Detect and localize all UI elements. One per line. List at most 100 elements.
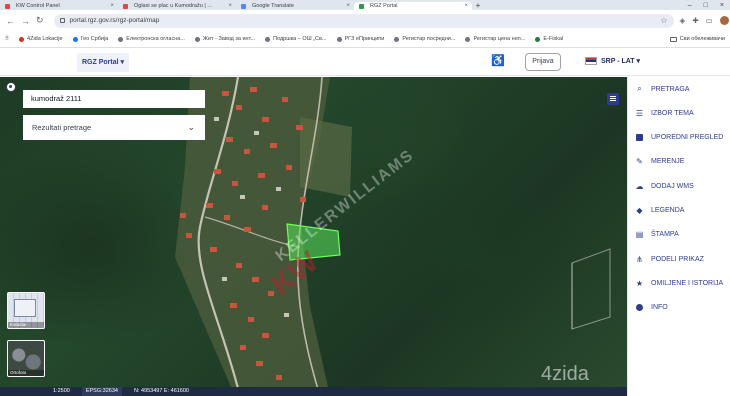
results-label: Rezultati pretrage	[32, 123, 92, 132]
menu-label: OMILJENE I ISTORIJA	[651, 279, 724, 287]
address-url: portal.rgz.gov.rs/rgz-portal/map	[69, 16, 160, 24]
bookmark-item[interactable]: Подршка – ОШ „Св...	[265, 36, 327, 42]
favicon-icon	[123, 4, 128, 9]
search-icon: ⌕	[637, 84, 642, 93]
all-bookmarks-folder[interactable]: Сви обележивачи	[669, 36, 725, 42]
projection-select[interactable]: EPSG:32634	[81, 387, 122, 396]
menu-label: PODELI PRIKAZ	[651, 255, 704, 263]
download-icon[interactable]: ▭	[706, 16, 713, 25]
info-icon	[635, 303, 644, 312]
bookmark-item[interactable]: Регистар цена неп...	[465, 36, 525, 42]
profile-avatar[interactable]	[719, 16, 729, 25]
reload-icon[interactable]: ↻	[36, 15, 44, 26]
menu-item-info[interactable]: INFO	[628, 297, 730, 317]
menu-item-merenje[interactable]: ✎ MERENJE	[628, 151, 730, 171]
bookmark-icon	[535, 36, 541, 42]
browser-tab[interactable]: Google Translate ×	[236, 2, 354, 10]
map-status-bar: 1:2500 EPSG:32634 N: 4953497 E: 461600	[0, 387, 627, 396]
menu-item-podeli-prikaz[interactable]: ⋔ PODELI PRIKAZ	[628, 249, 730, 269]
bookmark-label: E-Fiskal	[543, 36, 564, 42]
bookmark-item[interactable]: Регистар посредни...	[394, 36, 455, 42]
menu-item-uporedni-pregled[interactable]: UPOREDNI PREGLED	[628, 127, 730, 147]
compare-icon	[635, 133, 644, 142]
tag-icon: ◆	[636, 205, 643, 215]
serbia-flag-icon	[585, 57, 597, 65]
bookmark-item[interactable]: РГЗ еПринципи	[336, 36, 385, 42]
app-header: RGZ Portal ▾ ♿ Prijava SRP - LAT ▾	[0, 49, 730, 76]
portal-menu-button[interactable]: RGZ Portal ▾	[77, 53, 129, 72]
menu-item-dodaj-wms[interactable]: ☁ DODAJ WMS	[628, 176, 730, 196]
menu-item-pretraga[interactable]: ⌕ PRETRAGA	[628, 79, 730, 99]
bookmark-icon	[72, 36, 78, 42]
close-tab-icon[interactable]: ×	[464, 2, 468, 10]
coordinate-readout: N: 4953497 E: 461600	[133, 388, 189, 394]
accessibility-icon[interactable]: ♿	[491, 54, 505, 67]
close-window-icon[interactable]: ×	[720, 1, 724, 10]
bookmark-label: Регистар цена неп...	[473, 36, 526, 42]
bookmarks-folder-label: Сви обележивачи	[679, 36, 725, 42]
menu-item-izbor-tema[interactable]: ☰ IZBOR TEMA	[628, 103, 730, 123]
favicon-icon	[359, 4, 364, 9]
bookmark-item[interactable]: Жит - Завод за инт...	[194, 36, 256, 42]
maximize-icon[interactable]: □	[704, 1, 708, 10]
bookmark-icon	[465, 36, 471, 42]
bookmark-item[interactable]: E-Fiskal	[535, 36, 563, 42]
back-icon[interactable]: ←	[6, 16, 15, 26]
close-tab-icon[interactable]: ×	[110, 2, 114, 10]
extension-icon[interactable]: ◈	[680, 16, 686, 25]
bookmark-star-icon[interactable]: ☆	[660, 14, 667, 28]
window-controls: – □ ×	[688, 1, 730, 10]
map-canvas[interactable]: KW KELLERWILLIAMS 4zida kumodraž 2111 Re…	[0, 77, 627, 396]
apps-grid-icon[interactable]: ⠿	[5, 36, 9, 42]
new-tab-button[interactable]: +	[472, 2, 484, 10]
menu-label: UPOREDNI PREGLED	[651, 133, 724, 141]
layers-menu-icon[interactable]	[607, 93, 619, 105]
folder-icon	[669, 36, 677, 42]
language-label: SRP - LAT ▾	[601, 58, 641, 65]
menu-label: INFO	[651, 303, 668, 311]
basemap-label: Ortofoto	[8, 370, 44, 376]
browser-tab-active[interactable]: RGZ Portal ×	[354, 2, 472, 10]
minimize-icon[interactable]: –	[688, 1, 692, 10]
basemap-cadastre[interactable]: Katastar	[7, 292, 45, 329]
menu-item-omiljene-istorija[interactable]: ★ OMILJENE I ISTORIJA	[628, 273, 730, 293]
language-selector[interactable]: SRP - LAT ▾	[585, 57, 640, 65]
close-tab-icon[interactable]: ×	[346, 2, 350, 10]
bookmark-label: Жит - Завод за инт...	[202, 36, 256, 42]
bookmark-item[interactable]: 4Zida Lokacije	[19, 36, 63, 42]
bookmark-icon	[394, 36, 400, 42]
print-icon: ▤	[635, 229, 644, 239]
chevron-down-icon: ⌄	[187, 122, 195, 132]
bookmark-label: РГЗ еПринципи	[344, 36, 385, 42]
forward-icon[interactable]: →	[21, 16, 30, 26]
login-button[interactable]: Prijava	[525, 53, 561, 71]
address-bar[interactable]: portal.rgz.gov.rs/rgz-portal/map ☆	[53, 13, 674, 28]
basemap-orthophoto[interactable]: Ortofoto	[7, 340, 45, 377]
bookmark-icon	[336, 36, 342, 42]
browser-tab-strip: KW Control Panel × Oglasi se plac u Kumod…	[0, 0, 730, 10]
scale-readout[interactable]: 1:2500	[53, 387, 70, 396]
close-tab-icon[interactable]: ×	[228, 2, 232, 10]
browser-tab[interactable]: KW Control Panel ×	[0, 2, 118, 10]
menu-item-legenda[interactable]: ◆ LEGENDA	[628, 200, 730, 220]
bookmark-item[interactable]: Гео Србија	[72, 36, 108, 42]
locate-icon[interactable]	[6, 82, 16, 92]
bookmark-icon	[194, 36, 200, 42]
puzzle-icon[interactable]: ✚	[692, 16, 698, 25]
bookmark-label: Регистар посредни...	[402, 36, 456, 42]
map-search-input[interactable]: kumodraž 2111	[23, 90, 205, 108]
menu-label: ŠTAMPA	[651, 230, 679, 238]
tab-title: Oglasi se plac u Kumodražu | ...	[134, 3, 212, 9]
menu-label: MERENJE	[651, 157, 685, 165]
lock-icon[interactable]	[59, 17, 65, 23]
bookmark-label: Електронска огласна...	[126, 36, 185, 42]
bookmark-icon	[19, 36, 25, 42]
bookmark-item[interactable]: Електронска огласна...	[118, 36, 185, 42]
tab-title: RGZ Portal	[370, 3, 398, 9]
favicon-icon	[5, 4, 10, 9]
browser-tab[interactable]: Oglasi se plac u Kumodražu | ... ×	[118, 2, 236, 10]
search-results-dropdown[interactable]: Rezultati pretrage ⌄	[23, 115, 205, 140]
tab-title: Google Translate	[252, 3, 294, 9]
menu-item-stampa[interactable]: ▤ ŠTAMPA	[628, 224, 730, 244]
tab-title: KW Control Panel	[16, 3, 60, 9]
